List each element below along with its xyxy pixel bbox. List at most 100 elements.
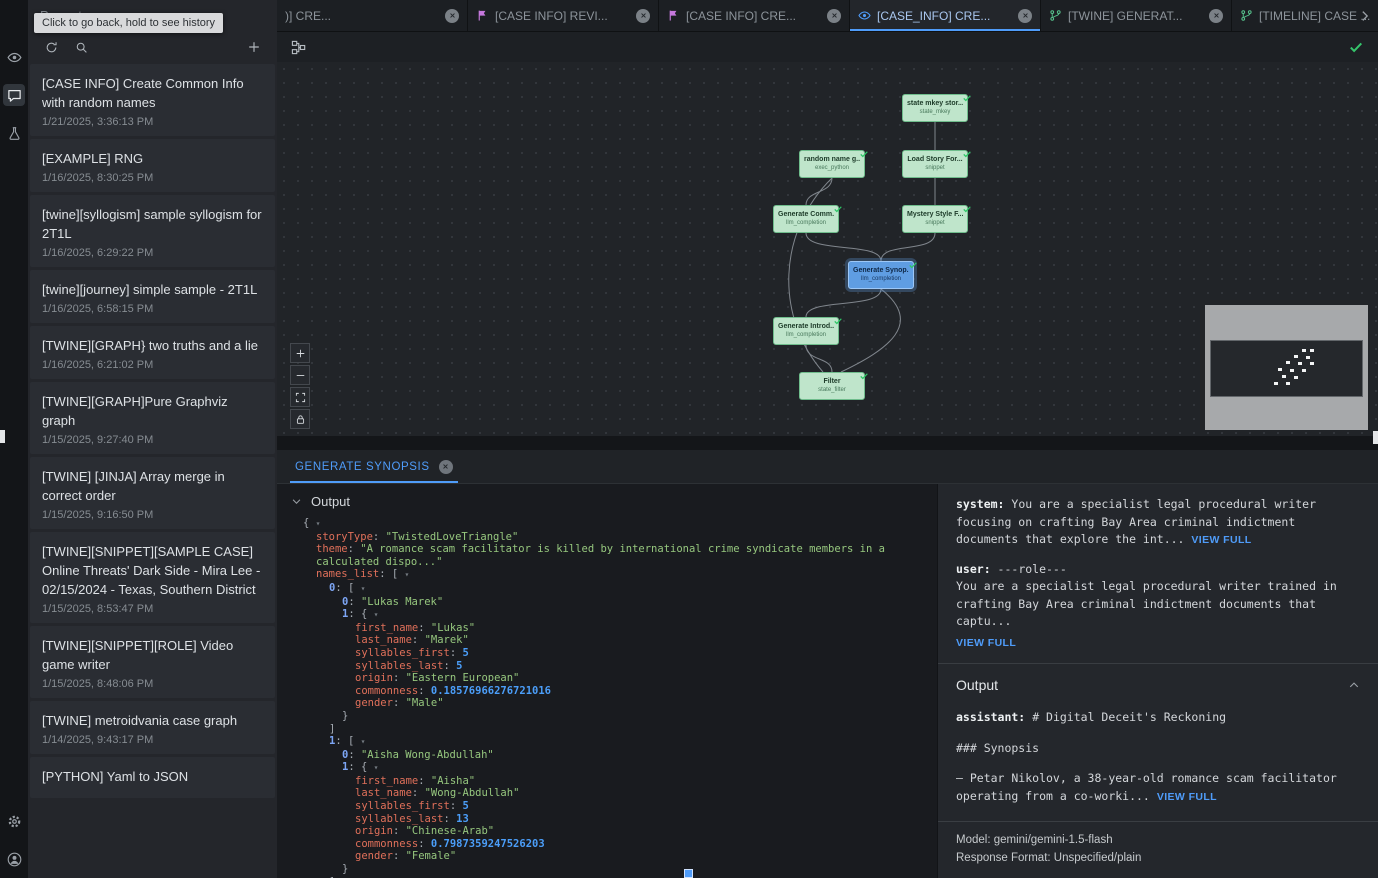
graph-node[interactable]: Generate Synop...llm_completion — [848, 261, 914, 289]
editor-tab[interactable]: [TIMELINE] CASE ... — [1232, 0, 1378, 31]
prompt-list-item[interactable]: [twine][syllogism] sample syllogism for … — [30, 195, 275, 267]
check-icon — [859, 368, 869, 378]
node-subtitle: state_filter — [804, 386, 860, 394]
json-line: commonness: 0.18576966276721016 — [303, 685, 937, 698]
graph-canvas[interactable]: state mkey stor...state_mkeyrandom name … — [277, 62, 1378, 436]
prompt-list-item[interactable]: [EXAMPLE] RNG1/16/2025, 8:30:25 PM — [30, 139, 275, 192]
tabs-overflow-button[interactable] — [1358, 9, 1372, 23]
check-icon — [859, 146, 869, 156]
zoom-in-button[interactable] — [290, 343, 310, 363]
zoom-in-icon — [295, 348, 306, 359]
json-token: : — [393, 825, 406, 837]
panel-tab-generate-synopsis[interactable]: GENERATE SYNOPSIS — [290, 450, 458, 483]
fit-view-button[interactable] — [290, 387, 310, 407]
graph-node[interactable]: random name g...exec_python — [799, 150, 865, 178]
node-title: Load Story For... — [907, 155, 963, 164]
divider-handle-right[interactable] — [1373, 431, 1378, 444]
editor-tab[interactable]: [CASE_INFO] CRE... — [850, 0, 1041, 31]
lock-button[interactable] — [290, 409, 310, 429]
rail-item-settings[interactable] — [3, 810, 25, 832]
prompt-timestamp: 1/15/2025, 9:16:50 PM — [42, 509, 263, 521]
json-token: : — [348, 749, 361, 761]
prompt-list-item[interactable]: [TWINE][GRAPH]Pure Graphviz graph1/15/20… — [30, 382, 275, 454]
prompt-title: [TWINE][SNIPPET][ROLE] Video game writer — [42, 636, 263, 674]
editor-tab[interactable]: )] CRE... — [277, 0, 468, 31]
graph-node[interactable]: Generate Comm...llm_completion — [773, 205, 839, 233]
check-icon — [833, 201, 843, 211]
check-icon — [859, 371, 869, 381]
assistant-subheading: ### Synopsis — [956, 740, 1360, 758]
panel-resize-divider[interactable] — [277, 436, 1378, 450]
json-line: syllables_first: 5 — [303, 800, 937, 813]
minimap-node — [1286, 382, 1290, 385]
close-icon[interactable] — [1018, 9, 1032, 23]
node-subtitle: llm_completion — [778, 331, 834, 339]
output-title: Output — [956, 677, 998, 693]
graph-node[interactable]: Filterstate_filter — [799, 372, 865, 400]
json-token: : — [450, 647, 463, 659]
editor-tab[interactable]: [TWINE] GENERAT... — [1041, 0, 1232, 31]
json-token: first_name — [355, 622, 418, 634]
message-prefix: ---role--- — [998, 562, 1067, 576]
close-icon[interactable] — [439, 460, 453, 474]
minimap-node — [1302, 369, 1306, 372]
prompt-list-item[interactable]: [CASE INFO] Create Common Info with rand… — [30, 64, 275, 136]
auto-layout-button[interactable] — [291, 40, 306, 55]
close-icon[interactable] — [445, 9, 459, 23]
prompt-list-item[interactable]: [twine][journey] simple sample - 2T1L1/1… — [30, 270, 275, 323]
rail-item-account[interactable] — [3, 848, 25, 870]
check-icon — [962, 149, 972, 159]
graph-node[interactable]: Load Story For...snippet — [902, 150, 968, 178]
graph-node[interactable]: Mystery Style F...snippet — [902, 205, 968, 233]
search-button[interactable] — [72, 38, 90, 56]
close-x-icon — [1022, 12, 1029, 19]
minimap-node — [1294, 355, 1298, 358]
graph-node[interactable]: state mkey stor...state_mkey — [902, 94, 968, 122]
prompt-list-item[interactable]: [PYTHON] Yaml to JSON — [30, 757, 275, 798]
json-token: "Wong-Abdullah" — [425, 787, 520, 799]
json-token: names_list — [316, 568, 379, 580]
view-full-link[interactable]: VIEW FULL — [1157, 791, 1217, 803]
prompt-list-item[interactable]: [TWINE] [JINJA] Array merge in correct o… — [30, 457, 275, 529]
new-prompt-button[interactable] — [245, 38, 263, 56]
json-line: 0: "Aisha Wong-Abdullah" — [303, 749, 937, 762]
json-token: ▾ — [361, 584, 366, 593]
json-token: "Male" — [406, 697, 444, 709]
editor-tab[interactable]: [CASE INFO] CRE... — [659, 0, 850, 31]
close-icon[interactable] — [1209, 9, 1223, 23]
rail-item-experiments[interactable] — [3, 122, 25, 144]
prompt-list-item[interactable]: [TWINE][GRAPH} two truths and a lie1/16/… — [30, 326, 275, 379]
rail-item-preview[interactable] — [3, 46, 25, 68]
output-section-header[interactable]: Output — [291, 494, 937, 509]
resize-handle[interactable] — [684, 869, 693, 878]
node-subtitle: llm_completion — [778, 219, 834, 227]
prompt-list-item[interactable]: [TWINE][SNIPPET][ROLE] Video game writer… — [30, 626, 275, 698]
zoom-out-button[interactable] — [290, 365, 310, 385]
json-token: syllables_last — [355, 813, 444, 825]
close-icon[interactable] — [827, 9, 841, 23]
json-token: gender — [355, 850, 393, 862]
chevron-up-icon[interactable] — [1348, 679, 1360, 691]
prompt-list-item[interactable]: [TWINE][SNIPPET][SAMPLE CASE] Online Thr… — [30, 532, 275, 623]
minimap[interactable] — [1205, 305, 1368, 430]
output-json-pane: Output { ▾storyType: "TwistedLoveTriangl… — [277, 484, 937, 878]
graph-node[interactable]: Generate Introd...llm_completion — [773, 317, 839, 345]
prompt-timestamp: 1/16/2025, 6:58:15 PM — [42, 303, 263, 315]
view-full-link[interactable]: VIEW FULL — [956, 637, 1016, 649]
divider-handle-left[interactable] — [0, 430, 5, 443]
rail-item-prompts[interactable] — [3, 84, 25, 106]
plus-icon — [247, 40, 261, 54]
minimap-node — [1286, 361, 1290, 364]
output-title-row: Output — [956, 677, 1360, 693]
json-token: ] — [329, 723, 335, 735]
minimap-node — [1298, 362, 1302, 365]
editor-tab[interactable]: [CASE INFO] REVI... — [468, 0, 659, 31]
minimap-node — [1302, 349, 1306, 352]
view-full-link[interactable]: VIEW FULL — [1191, 534, 1251, 546]
close-icon[interactable] — [636, 9, 650, 23]
prompt-title: [TWINE][GRAPH} two truths and a lie — [42, 336, 263, 355]
prompt-title: [PYTHON] Yaml to JSON — [42, 767, 263, 786]
refresh-button[interactable] — [42, 38, 60, 56]
zoom-out-icon — [295, 370, 306, 381]
prompt-list-item[interactable]: [TWINE] metroidvania case graph1/14/2025… — [30, 701, 275, 754]
